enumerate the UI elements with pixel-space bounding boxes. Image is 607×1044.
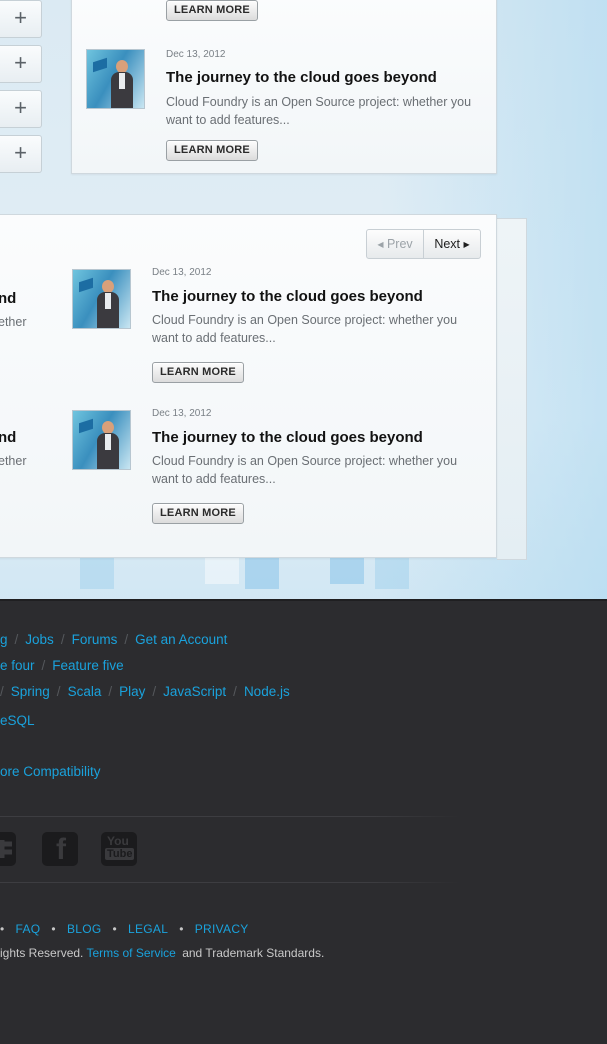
article-title-cut[interactable]: nd [0,290,16,307]
prev-page-button[interactable]: ◀ Prev [367,230,424,258]
article-description: Cloud Foundry is an Open Source project:… [152,454,458,486]
article-description-cut: ether [0,454,27,468]
footer-link-legal[interactable]: LEGAL [128,922,168,936]
twitter-icon[interactable] [0,832,16,866]
footer-link-feature-four[interactable]: e four [0,658,35,673]
footer-links-row-1: g / Jobs / Forums / Get an Account [0,632,228,647]
footer-link[interactable]: g [0,632,8,647]
next-label: Next [434,237,461,251]
news-panel-bottom: nd ether nd ether Dec 13, 2012 The journ… [0,214,497,558]
footer-link-feature-five[interactable]: Feature five [52,658,123,673]
footer-link-javascript[interactable]: JavaScript [163,684,226,699]
copyright-suffix: and Trademark Standards. [182,946,325,960]
footer-link-blog[interactable]: BLOG [67,922,102,936]
footer-link-nodejs[interactable]: Node.js [244,684,290,699]
learn-more-button[interactable]: LEARN MORE [152,503,244,524]
article-description: Cloud Foundry is an Open Source project:… [166,95,472,127]
footer-divider [0,816,460,817]
article-date: Dec 13, 2012 [152,408,212,419]
article-title[interactable]: The journey to the cloud goes beyond [152,429,423,446]
footer-divider [0,882,460,883]
facebook-icon[interactable]: f [42,832,78,866]
footer-link-faq[interactable]: FAQ [16,922,41,936]
article-thumbnail[interactable] [72,410,131,470]
learn-more-button[interactable]: LEARN MORE [152,362,244,383]
chevron-right-icon: ▶ [463,240,470,249]
article-date: Dec 13, 2012 [166,49,226,60]
footer-links-row-5: ore Compatibility [0,764,101,779]
next-page-button[interactable]: Next ▶ [424,230,480,258]
prev-label: Prev [386,237,413,251]
copyright-prefix: ights Reserved. [0,946,84,960]
footer-links-row-3: / Spring / Scala / Play / JavaScript / Node.js [0,684,290,699]
article-title-cut[interactable]: nd [0,429,16,446]
news-panel-top: LEARN MORE Dec 13, 2012 The journey to t… [71,0,497,174]
footer-link-forums[interactable]: Forums [72,632,118,647]
footer-link-sql[interactable]: eSQL [0,713,35,728]
article-thumbnail[interactable] [72,269,131,329]
footer-links-row-4: eSQL [0,713,35,728]
article-thumbnail[interactable] [86,49,145,109]
footer-links-row-2: e four / Feature five [0,658,124,673]
footer-link-get-account[interactable]: Get an Account [135,632,227,647]
footer-link-privacy[interactable]: PRIVACY [195,922,249,936]
article-title[interactable]: The journey to the cloud goes beyond [152,288,423,305]
article-date: Dec 13, 2012 [152,267,212,278]
accordion-expand-button[interactable]: + [0,135,42,173]
youtube-icon[interactable]: You Tube [101,832,137,866]
footer-link-play[interactable]: Play [119,684,145,699]
article-description-cut: ether [0,315,27,329]
accordion-expand-button[interactable]: + [0,90,42,128]
pagination: ◀ Prev Next ▶ [366,229,481,259]
legal-links: • FAQ • BLOG • LEGAL • PRIVACY [0,922,249,936]
panel-shadow-edge [497,218,527,560]
chevron-left-icon: ◀ [377,240,384,249]
learn-more-button[interactable]: LEARN MORE [166,0,258,21]
copyright: ights Reserved. Terms of Service and Tra… [0,946,324,960]
footer-link-spring[interactable]: Spring [11,684,50,699]
accordion-expand-button[interactable]: + [0,45,42,83]
footer-link-compatibility[interactable]: ore Compatibility [0,764,101,779]
learn-more-button[interactable]: LEARN MORE [166,140,258,161]
article-description: Cloud Foundry is an Open Source project:… [152,313,458,345]
terms-of-service-link[interactable]: Terms of Service [87,946,176,960]
article-title[interactable]: The journey to the cloud goes beyond [166,69,437,86]
footer-link-jobs[interactable]: Jobs [25,632,54,647]
accordion-expand-button[interactable]: + [0,0,42,38]
footer-link-scala[interactable]: Scala [68,684,102,699]
